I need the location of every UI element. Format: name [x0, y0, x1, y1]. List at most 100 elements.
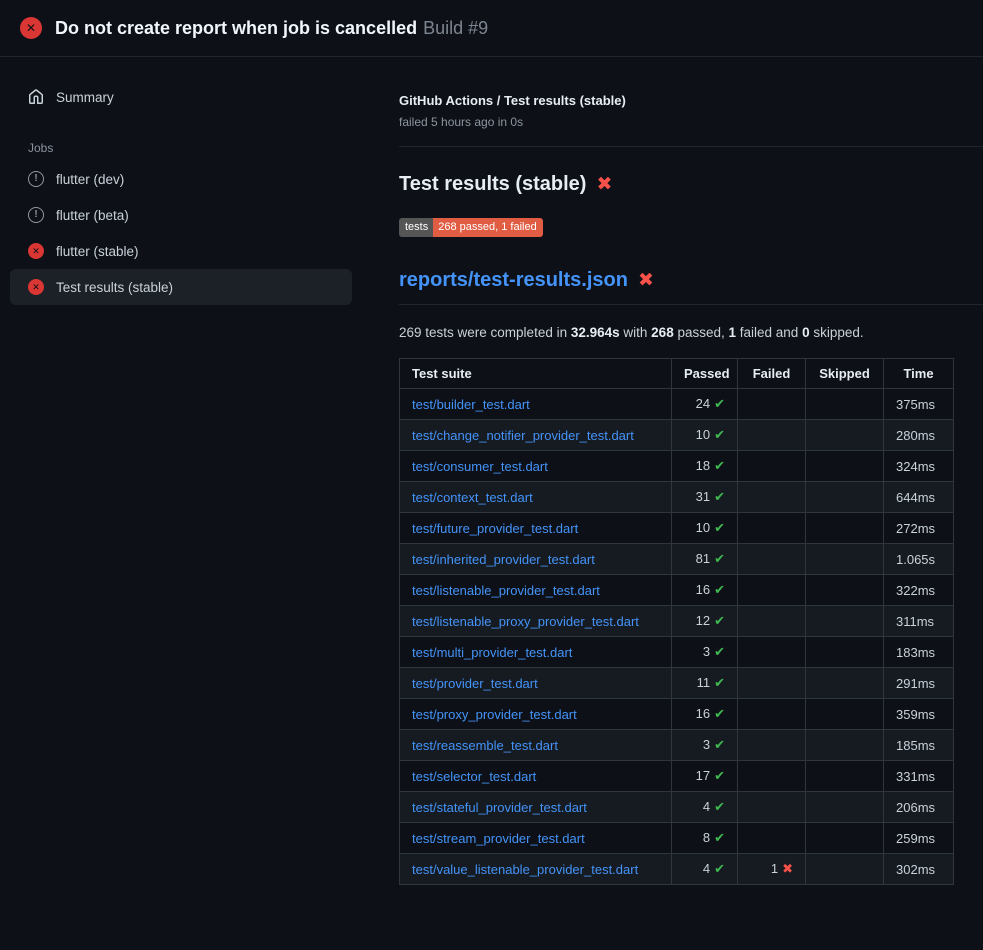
passed-count: 12	[696, 613, 710, 628]
check-icon: ✔	[714, 613, 725, 628]
report-heading: reports/test-results.json ✖	[399, 269, 983, 305]
test-suite-link[interactable]: test/value_listenable_provider_test.dart	[412, 862, 638, 877]
test-suite-link[interactable]: test/listenable_proxy_provider_test.dart	[412, 614, 639, 629]
test-suite-link[interactable]: test/provider_test.dart	[412, 676, 538, 691]
test-suite-link[interactable]: test/multi_provider_test.dart	[412, 645, 572, 660]
passed-cell: 81 ✔	[672, 544, 738, 575]
table-row: test/context_test.dart31✔644ms	[400, 482, 954, 513]
table-row: test/future_provider_test.dart10✔272ms	[400, 513, 954, 544]
skipped-cell	[806, 606, 884, 637]
skipped-cell	[806, 420, 884, 451]
sidebar-item-flutter-stable[interactable]: ✕ flutter (stable)	[10, 233, 352, 269]
test-suite-cell: test/listenable_proxy_provider_test.dart	[400, 606, 672, 637]
failed-status-icon: ✕	[28, 243, 44, 259]
page-title: Do not create report when job is cancell…	[55, 18, 488, 39]
sidebar-item-flutter-beta[interactable]: ! flutter (beta)	[10, 197, 352, 233]
tests-badge: tests 268 passed, 1 failed	[399, 218, 543, 237]
failed-cell	[738, 823, 806, 854]
table-row: test/reassemble_test.dart3✔185ms	[400, 730, 954, 761]
test-suite-link[interactable]: test/reassemble_test.dart	[412, 738, 558, 753]
home-icon	[28, 89, 44, 105]
failed-cell	[738, 668, 806, 699]
time-cell: 259ms	[884, 823, 954, 854]
sidebar-item-label: flutter (stable)	[56, 244, 139, 259]
passed-count: 18	[696, 458, 710, 473]
passed-count: 81	[696, 551, 710, 566]
failed-status-icon: ✕	[28, 279, 44, 295]
passed-count: 31	[696, 489, 710, 504]
skipped-cell	[806, 854, 884, 885]
passed-cell: 16✔	[672, 575, 738, 606]
test-suite-link[interactable]: test/consumer_test.dart	[412, 459, 548, 474]
skipped-cell	[806, 637, 884, 668]
table-row: test/multi_provider_test.dart3✔183ms	[400, 637, 954, 668]
failed-cell	[738, 606, 806, 637]
skipped-cell	[806, 544, 884, 575]
failed-cell	[738, 451, 806, 482]
report-link[interactable]: reports/test-results.json	[399, 269, 628, 292]
jobs-section-label: Jobs	[28, 141, 352, 155]
sidebar-item-flutter-dev[interactable]: ! flutter (dev)	[10, 161, 352, 197]
skipped-cell	[806, 823, 884, 854]
test-suite-cell: test/selector_test.dart	[400, 761, 672, 792]
time-cell: 302ms	[884, 854, 954, 885]
skipped-cell	[806, 575, 884, 606]
passed-count: 11	[697, 675, 711, 690]
table-row: test/change_notifier_provider_test.dart1…	[400, 420, 954, 451]
test-suite-link[interactable]: test/stream_provider_test.dart	[412, 831, 585, 846]
test-suite-link[interactable]: test/context_test.dart	[412, 490, 533, 505]
test-suite-cell: test/reassemble_test.dart	[400, 730, 672, 761]
failed-cell	[738, 575, 806, 606]
results-table-body: test/builder_test.dart24✔375mstest/chang…	[400, 389, 954, 885]
time-cell: 644ms	[884, 482, 954, 513]
failed-cell	[738, 730, 806, 761]
passed-cell: 18 ✔	[672, 451, 738, 482]
test-suite-link[interactable]: test/stateful_provider_test.dart	[412, 800, 587, 815]
header-failed: Failed	[738, 359, 806, 389]
test-suite-cell: test/value_listenable_provider_test.dart	[400, 854, 672, 885]
test-suite-link[interactable]: test/listenable_provider_test.dart	[412, 583, 600, 598]
build-header: ✕ Do not create report when job is cance…	[0, 0, 983, 57]
check-icon: ✔	[714, 861, 725, 876]
failed-cell	[738, 637, 806, 668]
test-suite-link[interactable]: test/proxy_provider_test.dart	[412, 707, 577, 722]
skipped-cell	[806, 451, 884, 482]
test-suite-link[interactable]: test/builder_test.dart	[412, 397, 530, 412]
test-suite-link[interactable]: test/selector_test.dart	[412, 769, 536, 784]
skipped-cell	[806, 761, 884, 792]
failed-cell: 1✖	[738, 854, 806, 885]
section-title: Test results (stable) ✖	[399, 173, 983, 196]
sidebar-item-summary[interactable]: Summary	[10, 79, 352, 115]
check-icon: ✔	[714, 799, 725, 814]
check-icon: ✔	[714, 582, 725, 597]
summary-line: 269 tests were completed in 32.964s with…	[399, 325, 983, 340]
skipped-cell	[806, 482, 884, 513]
failed-count: 1	[771, 861, 778, 876]
passed-cell: 12 ✔	[672, 606, 738, 637]
time-cell: 206ms	[884, 792, 954, 823]
time-cell: 324ms	[884, 451, 954, 482]
test-results-table: Test suite Passed Failed Skipped Time te…	[399, 358, 954, 885]
check-icon: ✔	[714, 551, 725, 566]
passed-count: 10	[696, 520, 710, 535]
sidebar: Summary Jobs ! flutter (dev) ! flutter (…	[0, 57, 362, 305]
header-passed: Passed	[672, 359, 738, 389]
check-icon: ✔	[714, 458, 725, 473]
table-row: test/builder_test.dart24✔375ms	[400, 389, 954, 420]
test-suite-link[interactable]: test/inherited_provider_test.dart	[412, 552, 595, 567]
test-suite-link[interactable]: test/change_notifier_provider_test.dart	[412, 428, 634, 443]
header-time: Time	[884, 359, 954, 389]
table-header: Test suite Passed Failed Skipped Time	[400, 359, 954, 389]
table-row: test/stream_provider_test.dart 8✔ 259ms	[400, 823, 954, 854]
sidebar-item-test-results-stable[interactable]: ✕ Test results (stable)	[10, 269, 352, 305]
passed-cell: 3✔	[672, 730, 738, 761]
skipped-cell	[806, 668, 884, 699]
time-cell: 1.065s	[884, 544, 954, 575]
test-suite-cell: test/stateful_provider_test.dart	[400, 792, 672, 823]
passed-cell: 8✔	[672, 823, 738, 854]
test-suite-link[interactable]: test/future_provider_test.dart	[412, 521, 578, 536]
check-icon: ✔	[714, 520, 725, 535]
passed-count: 4	[703, 861, 710, 876]
passed-cell: 17✔	[672, 761, 738, 792]
test-suite-cell: test/context_test.dart	[400, 482, 672, 513]
